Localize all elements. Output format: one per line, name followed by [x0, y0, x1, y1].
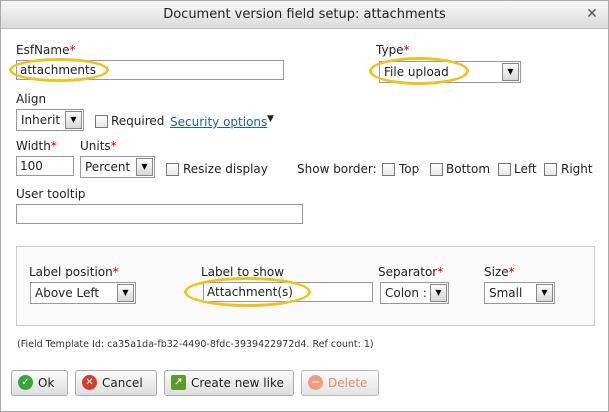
user-tooltip-input[interactable] — [16, 204, 303, 224]
esfname-highlight — [9, 58, 109, 82]
chevron-down-icon: ▼ — [117, 284, 134, 302]
field-setup-dialog: Document version field setup: attachment… — [0, 0, 609, 412]
ok-button[interactable]: ✓ Ok — [11, 370, 68, 396]
width-input[interactable]: 100 — [16, 156, 74, 176]
border-right-checkbox[interactable] — [544, 163, 557, 176]
size-label: Size* — [484, 265, 515, 279]
border-top-checkbox[interactable] — [382, 163, 395, 176]
show-border-label: Show border: — [297, 162, 377, 176]
resize-display-checkbox[interactable] — [166, 163, 179, 176]
close-icon[interactable]: ✕ — [584, 7, 600, 23]
resize-display-label: Resize display — [183, 162, 268, 176]
separator-select[interactable]: Colon : ▼ — [380, 282, 449, 304]
dialog-title: Document version field setup: attachment… — [163, 7, 446, 22]
align-select[interactable]: Inherit ▼ — [16, 109, 84, 131]
units-label: Units* — [80, 139, 117, 153]
cancel-icon: ✕ — [82, 375, 97, 390]
chevron-down-icon: ▼ — [536, 284, 553, 302]
delete-button[interactable]: − Delete — [301, 370, 379, 396]
width-label: Width* — [16, 139, 57, 153]
border-top-label: Top — [399, 162, 420, 176]
esfname-label: EsfName* — [16, 43, 76, 57]
align-label: Align — [16, 92, 47, 106]
chevron-down-icon: ▼ — [502, 63, 519, 81]
border-bottom-label: Bottom — [446, 162, 491, 176]
chevron-down-icon: ▼ — [430, 284, 447, 302]
label-position-label: Label position* — [29, 265, 119, 279]
label-position-select[interactable]: Above Left ▼ — [30, 282, 136, 304]
check-icon: ✓ — [18, 375, 33, 390]
type-label: Type* — [376, 43, 410, 57]
caret-down-icon[interactable]: ▼ — [267, 114, 274, 124]
required-label: Required — [111, 114, 165, 128]
field-template-info: (Field Template Id: ca35a1da-fb32-4490-8… — [17, 339, 374, 350]
type-highlight — [369, 57, 469, 85]
user-tooltip-label: User tooltip — [16, 187, 86, 201]
border-left-checkbox[interactable] — [498, 163, 511, 176]
units-select[interactable]: Percent ▼ — [80, 156, 155, 178]
chevron-down-icon: ▼ — [136, 158, 153, 176]
copy-arrow-icon: ↗ — [171, 375, 186, 390]
border-bottom-checkbox[interactable] — [430, 163, 443, 176]
dialog-titlebar: Document version field setup: attachment… — [1, 1, 608, 29]
cancel-button[interactable]: ✕ Cancel — [75, 370, 157, 396]
border-left-label: Left — [514, 162, 537, 176]
security-options-link[interactable]: Security options — [170, 115, 267, 129]
create-new-like-button[interactable]: ↗ Create new like — [164, 370, 294, 396]
size-select[interactable]: Small ▼ — [484, 282, 555, 304]
label-to-show-highlight — [184, 277, 311, 307]
separator-label: Separator* — [378, 265, 444, 279]
border-right-label: Right — [561, 162, 593, 176]
chevron-down-icon: ▼ — [65, 111, 82, 129]
label-settings-group: Label position* Above Left ▼ Label to sh… — [16, 246, 595, 326]
minus-icon: − — [308, 375, 323, 390]
required-checkbox[interactable] — [95, 115, 108, 128]
